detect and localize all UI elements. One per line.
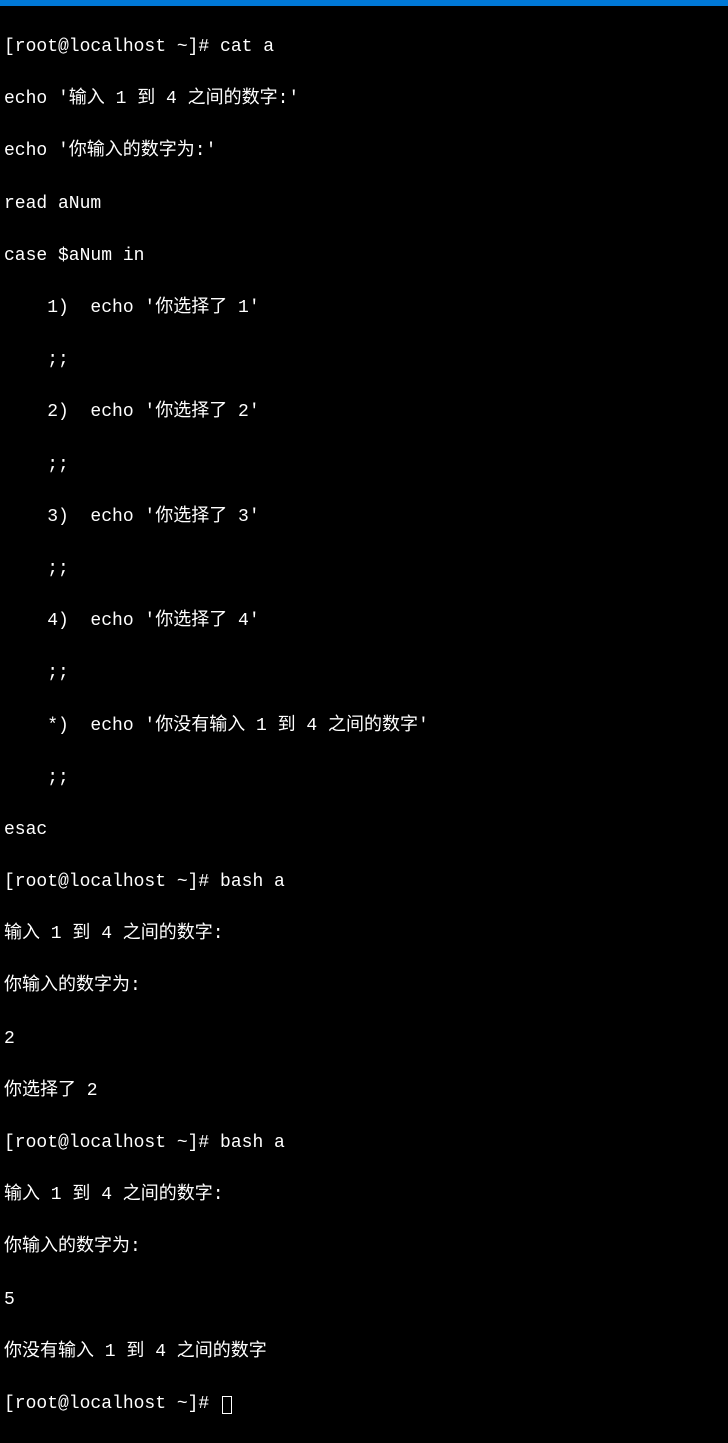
shell-prompt: [root@localhost ~]# xyxy=(4,37,220,57)
script-line: 2) echo '你选择了 2' xyxy=(4,399,724,425)
window-titlebar xyxy=(0,0,728,6)
script-line: esac xyxy=(4,817,724,843)
terminal-output[interactable]: [root@localhost ~]# cat a echo '输入 1 到 4… xyxy=(4,8,724,1443)
output-line: 输入 1 到 4 之间的数字: xyxy=(4,1182,724,1208)
command-text: bash a xyxy=(220,872,285,892)
script-line: ;; xyxy=(4,765,724,791)
script-line: 1) echo '你选择了 1' xyxy=(4,295,724,321)
script-line: 3) echo '你选择了 3' xyxy=(4,504,724,530)
cursor-icon xyxy=(222,1396,232,1414)
script-line: *) echo '你没有输入 1 到 4 之间的数字' xyxy=(4,713,724,739)
script-line: ;; xyxy=(4,452,724,478)
user-input-line: 5 xyxy=(4,1287,724,1313)
output-line: 你选择了 2 xyxy=(4,1078,724,1104)
script-line: ;; xyxy=(4,347,724,373)
shell-prompt: [root@localhost ~]# xyxy=(4,1133,220,1153)
command-text: cat a xyxy=(220,37,274,57)
shell-prompt: [root@localhost ~]# xyxy=(4,1394,220,1414)
prompt-line: [root@localhost ~]# bash a xyxy=(4,1130,724,1156)
script-line: read aNum xyxy=(4,191,724,217)
output-line: 你输入的数字为: xyxy=(4,1234,724,1260)
script-line: echo '输入 1 到 4 之间的数字:' xyxy=(4,86,724,112)
shell-prompt: [root@localhost ~]# xyxy=(4,872,220,892)
script-line: ;; xyxy=(4,660,724,686)
prompt-line[interactable]: [root@localhost ~]# xyxy=(4,1391,724,1417)
script-line: case $aNum in xyxy=(4,243,724,269)
prompt-line: [root@localhost ~]# cat a xyxy=(4,34,724,60)
script-line: 4) echo '你选择了 4' xyxy=(4,608,724,634)
command-text: bash a xyxy=(220,1133,285,1153)
script-line: echo '你输入的数字为:' xyxy=(4,138,724,164)
user-input-line: 2 xyxy=(4,1026,724,1052)
output-line: 输入 1 到 4 之间的数字: xyxy=(4,921,724,947)
output-line: 你输入的数字为: xyxy=(4,973,724,999)
script-line: ;; xyxy=(4,556,724,582)
prompt-line: [root@localhost ~]# bash a xyxy=(4,869,724,895)
output-line: 你没有输入 1 到 4 之间的数字 xyxy=(4,1339,724,1365)
